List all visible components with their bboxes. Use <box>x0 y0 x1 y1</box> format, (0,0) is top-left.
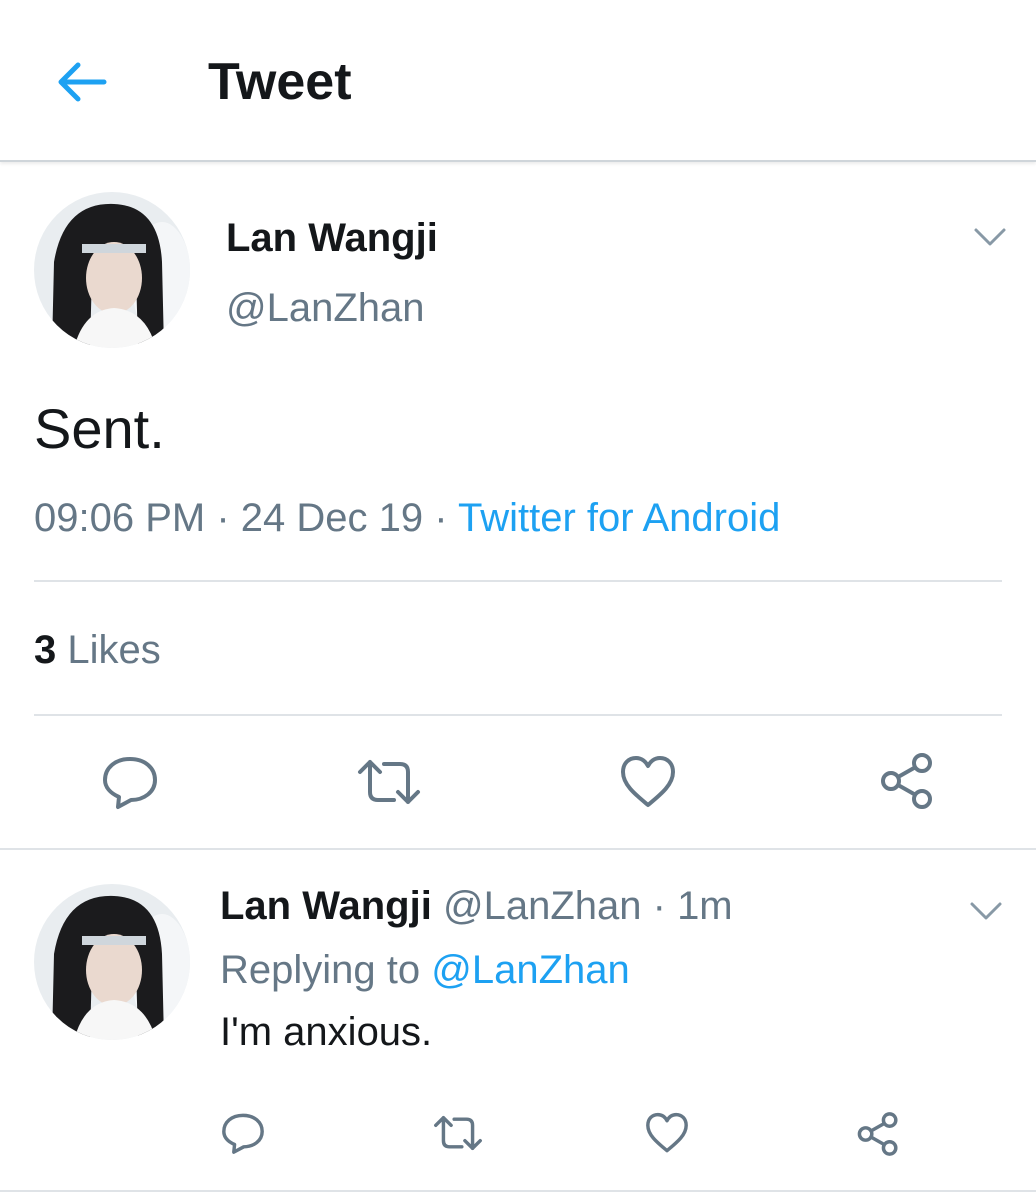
tweet-meta: 09:06 PM · 24 Dec 19 · Twitter for Andro… <box>34 494 780 542</box>
retweet-button[interactable] <box>356 752 422 812</box>
avatar[interactable] <box>34 192 190 348</box>
reply-icon <box>222 1113 264 1154</box>
tweet-date: 24 Dec 19 <box>240 496 424 540</box>
retweet-icon <box>434 1115 482 1151</box>
reply-age: 1m <box>677 884 733 928</box>
reply-author-handle[interactable]: @LanZhan <box>443 884 642 928</box>
share-icon <box>881 753 932 809</box>
author-handle[interactable]: @LanZhan <box>226 284 425 332</box>
reply-menu-button[interactable] <box>966 894 1006 928</box>
reply-button[interactable] <box>100 752 160 812</box>
divider <box>0 1190 1036 1192</box>
divider <box>34 580 1002 582</box>
page-title: Tweet <box>208 53 352 111</box>
back-arrow-icon <box>58 62 107 102</box>
reply-like-button[interactable] <box>644 1110 690 1156</box>
divider <box>34 714 1002 716</box>
separator: · <box>216 496 230 540</box>
retweet-icon <box>358 760 420 804</box>
share-button[interactable] <box>876 750 938 812</box>
tweet-text: Sent. <box>34 397 165 460</box>
reply-avatar[interactable] <box>34 884 190 1040</box>
reply-text: I'm anxious. <box>220 1010 433 1054</box>
share-icon <box>857 1112 898 1156</box>
chevron-down-icon <box>970 902 1002 920</box>
like-button[interactable] <box>618 752 678 812</box>
likes-label: Likes <box>67 628 161 672</box>
tweet-menu-button[interactable] <box>970 220 1010 254</box>
tweet-time: 09:06 PM <box>34 496 206 540</box>
separator: · <box>434 496 448 540</box>
replying-to-handle-link[interactable]: @LanZhan <box>431 948 630 992</box>
separator: · <box>652 884 666 928</box>
reply-author-name[interactable]: Lan Wangji <box>220 884 432 928</box>
replying-to: Replying to @LanZhan <box>220 946 630 994</box>
chevron-down-icon <box>974 228 1006 246</box>
divider <box>0 848 1036 850</box>
top-bar <box>0 0 1036 162</box>
reply-retweet-button[interactable] <box>432 1110 484 1156</box>
like-icon <box>621 756 675 807</box>
reply-reply-button[interactable] <box>220 1110 266 1156</box>
reply-header: Lan Wangji @LanZhan · 1m <box>220 882 733 930</box>
reply-icon <box>103 757 157 809</box>
likes-number: 3 <box>34 628 57 672</box>
back-button[interactable] <box>52 52 112 112</box>
replying-to-label: Replying to <box>220 948 421 992</box>
author-name[interactable]: Lan Wangji <box>226 214 438 262</box>
tweet-source-link[interactable]: Twitter for Android <box>458 496 780 540</box>
likes-count[interactable]: 3 Likes <box>34 626 161 674</box>
reply-share-button[interactable] <box>854 1110 902 1158</box>
like-icon <box>646 1112 688 1153</box>
